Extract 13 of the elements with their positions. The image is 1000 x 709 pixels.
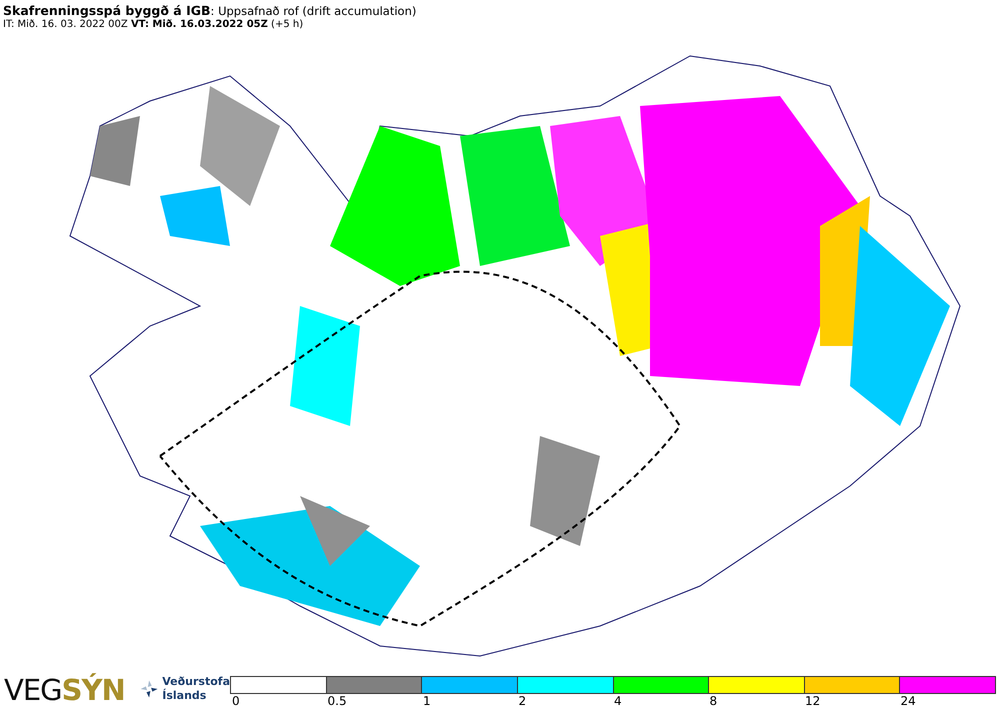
agency-name: Íslands xyxy=(162,689,208,703)
scale-label: 2 xyxy=(518,694,526,708)
agency-name: Veðurstofa xyxy=(162,675,230,688)
scale-label: 24 xyxy=(900,694,916,708)
scale-label: 4 xyxy=(614,694,622,708)
scale-label: 12 xyxy=(805,694,820,708)
scale-label: 0 xyxy=(232,694,240,708)
scale-label: 8 xyxy=(710,694,718,708)
scale-label: 1 xyxy=(423,694,431,708)
map-title: Skafrenningsspá byggð á IGB: Uppsafnað rof (drift accumulation) xyxy=(3,3,418,18)
vegsyn-logo: VEGSÝN xyxy=(3,672,126,707)
forecast-time: IT: Mið. 16. 03. 2022 00Z VT: Mið. 16.03.2022 05Z (+5 h) xyxy=(3,19,304,30)
scale-label: 0.5 xyxy=(328,694,347,708)
